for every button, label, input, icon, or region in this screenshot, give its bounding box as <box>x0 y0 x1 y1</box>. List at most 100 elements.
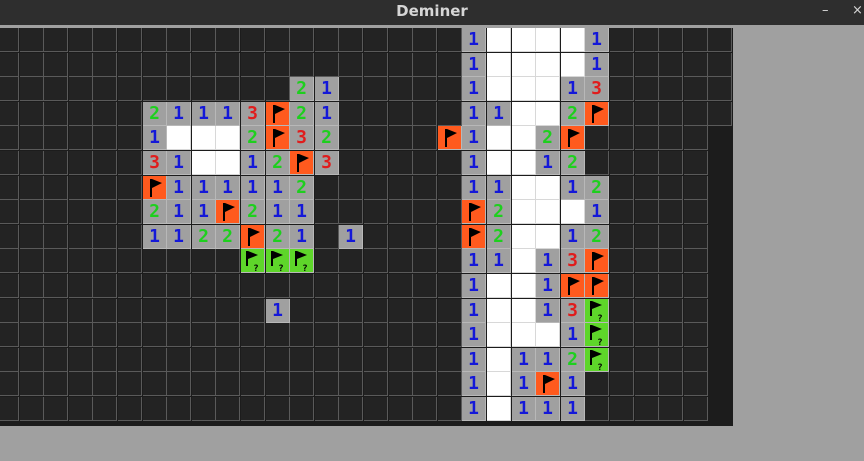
hidden-cell[interactable] <box>0 348 19 372</box>
hidden-cell[interactable] <box>684 225 708 249</box>
hidden-cell[interactable] <box>438 323 462 347</box>
hidden-cell[interactable] <box>44 176 68 200</box>
hidden-cell[interactable] <box>659 102 683 126</box>
hidden-cell[interactable] <box>684 77 708 101</box>
hidden-cell[interactable] <box>659 323 683 347</box>
flagged-cell[interactable] <box>143 176 167 200</box>
hidden-cell[interactable] <box>290 299 314 323</box>
hidden-cell[interactable] <box>389 77 413 101</box>
hidden-cell[interactable] <box>192 348 216 372</box>
number-cell[interactable]: 1 <box>536 274 560 298</box>
hidden-cell[interactable] <box>659 53 683 77</box>
hidden-cell[interactable] <box>659 397 683 421</box>
hidden-cell[interactable] <box>438 176 462 200</box>
number-cell[interactable]: 1 <box>561 176 585 200</box>
number-cell[interactable]: 1 <box>462 323 486 347</box>
hidden-cell[interactable] <box>708 53 732 77</box>
hidden-cell[interactable] <box>118 397 142 421</box>
hidden-cell[interactable] <box>192 77 216 101</box>
flagged-cell[interactable] <box>216 200 240 224</box>
hidden-cell[interactable] <box>339 102 363 126</box>
number-cell[interactable]: 1 <box>192 176 216 200</box>
hidden-cell[interactable] <box>389 323 413 347</box>
hidden-cell[interactable] <box>192 397 216 421</box>
empty-cell[interactable] <box>192 126 216 150</box>
hidden-cell[interactable] <box>659 274 683 298</box>
hidden-cell[interactable] <box>118 225 142 249</box>
hidden-cell[interactable] <box>20 348 44 372</box>
hidden-cell[interactable] <box>339 126 363 150</box>
empty-cell[interactable] <box>512 323 536 347</box>
hidden-cell[interactable] <box>339 176 363 200</box>
hidden-cell[interactable] <box>69 299 93 323</box>
hidden-cell[interactable] <box>93 53 117 77</box>
flagged-cell[interactable] <box>585 274 609 298</box>
hidden-cell[interactable] <box>389 372 413 396</box>
hidden-cell[interactable] <box>684 372 708 396</box>
hidden-cell[interactable] <box>143 323 167 347</box>
number-cell[interactable]: 1 <box>536 299 560 323</box>
number-cell[interactable]: 1 <box>487 176 511 200</box>
hidden-cell[interactable] <box>290 274 314 298</box>
hidden-cell[interactable] <box>93 323 117 347</box>
hidden-cell[interactable] <box>69 102 93 126</box>
hidden-cell[interactable] <box>216 249 240 273</box>
hidden-cell[interactable] <box>20 126 44 150</box>
number-cell[interactable]: 2 <box>290 77 314 101</box>
number-cell[interactable]: 1 <box>462 53 486 77</box>
number-cell[interactable]: 1 <box>561 77 585 101</box>
hidden-cell[interactable] <box>438 28 462 52</box>
hidden-cell[interactable] <box>438 372 462 396</box>
number-cell[interactable]: 1 <box>216 102 240 126</box>
hidden-cell[interactable] <box>241 274 265 298</box>
hidden-cell[interactable] <box>69 151 93 175</box>
close-button[interactable]: × <box>852 0 863 22</box>
hidden-cell[interactable] <box>266 397 290 421</box>
number-cell[interactable]: 2 <box>315 126 339 150</box>
hidden-cell[interactable] <box>389 151 413 175</box>
hidden-cell[interactable] <box>216 28 240 52</box>
flagged-cell[interactable] <box>438 126 462 150</box>
hidden-cell[interactable] <box>0 176 19 200</box>
hidden-cell[interactable] <box>44 299 68 323</box>
number-cell[interactable]: 2 <box>290 102 314 126</box>
hidden-cell[interactable] <box>364 77 388 101</box>
hidden-cell[interactable] <box>413 249 437 273</box>
hidden-cell[interactable] <box>143 53 167 77</box>
flagged-cell[interactable] <box>585 249 609 273</box>
hidden-cell[interactable] <box>339 397 363 421</box>
hidden-cell[interactable] <box>93 225 117 249</box>
hidden-cell[interactable] <box>684 397 708 421</box>
number-cell[interactable]: 1 <box>487 249 511 273</box>
hidden-cell[interactable] <box>118 77 142 101</box>
hidden-cell[interactable] <box>635 249 659 273</box>
hidden-cell[interactable] <box>241 348 265 372</box>
hidden-cell[interactable] <box>192 372 216 396</box>
hidden-cell[interactable] <box>167 323 191 347</box>
hidden-cell[interactable] <box>364 397 388 421</box>
hidden-cell[interactable] <box>241 53 265 77</box>
hidden-cell[interactable] <box>241 28 265 52</box>
empty-cell[interactable] <box>536 200 560 224</box>
number-cell[interactable]: 1 <box>266 200 290 224</box>
hidden-cell[interactable] <box>339 274 363 298</box>
hidden-cell[interactable] <box>143 77 167 101</box>
hidden-cell[interactable] <box>339 249 363 273</box>
hidden-cell[interactable] <box>339 200 363 224</box>
hidden-cell[interactable] <box>339 28 363 52</box>
empty-cell[interactable] <box>487 323 511 347</box>
empty-cell[interactable] <box>536 225 560 249</box>
hidden-cell[interactable] <box>20 28 44 52</box>
hidden-cell[interactable] <box>438 299 462 323</box>
hidden-cell[interactable] <box>216 348 240 372</box>
hidden-cell[interactable] <box>315 28 339 52</box>
hidden-cell[interactable] <box>118 28 142 52</box>
hidden-cell[interactable] <box>413 274 437 298</box>
hidden-cell[interactable] <box>438 53 462 77</box>
hidden-cell[interactable] <box>118 372 142 396</box>
hidden-cell[interactable] <box>389 348 413 372</box>
empty-cell[interactable] <box>512 151 536 175</box>
hidden-cell[interactable] <box>167 249 191 273</box>
empty-cell[interactable] <box>561 28 585 52</box>
hidden-cell[interactable] <box>20 176 44 200</box>
